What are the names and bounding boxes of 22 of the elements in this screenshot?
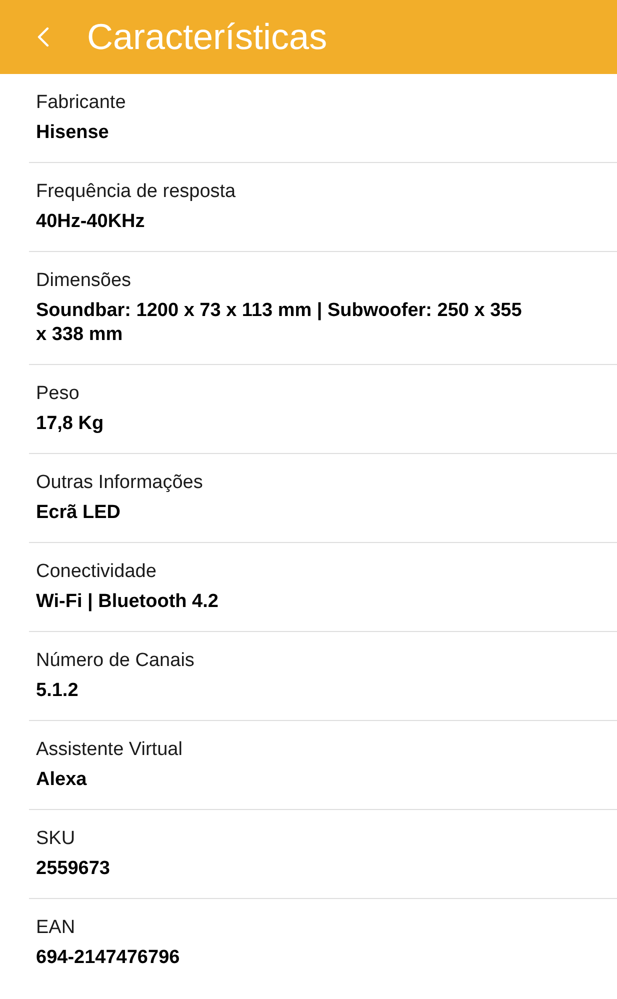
spec-value: 40Hz-40KHz bbox=[36, 210, 146, 234]
spec-label: Peso bbox=[36, 382, 80, 406]
spec-label: Frequência de resposta bbox=[36, 180, 237, 204]
spec-value: 2559673 bbox=[36, 857, 111, 881]
spec-label: Conectividade bbox=[36, 560, 158, 584]
spec-value: Hisense bbox=[36, 121, 110, 145]
spec-value: 694-2147476796 bbox=[36, 946, 181, 970]
spec-value: 17,8 Kg bbox=[36, 412, 105, 436]
spec-value: 5.1.2 bbox=[36, 679, 80, 703]
spec-label: SKU bbox=[36, 827, 76, 851]
spec-label: Outras Informações bbox=[36, 471, 204, 495]
spec-label: Número de Canais bbox=[36, 649, 196, 673]
spec-value: Wi-Fi | Bluetooth 4.2 bbox=[36, 590, 220, 614]
spec-value: Alexa bbox=[36, 768, 88, 792]
spec-label: Assistente Virtual bbox=[36, 738, 184, 762]
back-icon[interactable] bbox=[37, 27, 49, 47]
spec-value: Ecrã LED bbox=[36, 501, 122, 525]
spec-label: Fabricante bbox=[36, 91, 127, 115]
page-title: Características bbox=[87, 15, 328, 59]
spec-value: Soundbar: 1200 x 73 x 113 mm | Subwoofer: 250 x 355 x 338 mm bbox=[36, 299, 522, 347]
spec-label: EAN bbox=[36, 916, 76, 940]
spec-label: Dimensões bbox=[36, 269, 132, 293]
